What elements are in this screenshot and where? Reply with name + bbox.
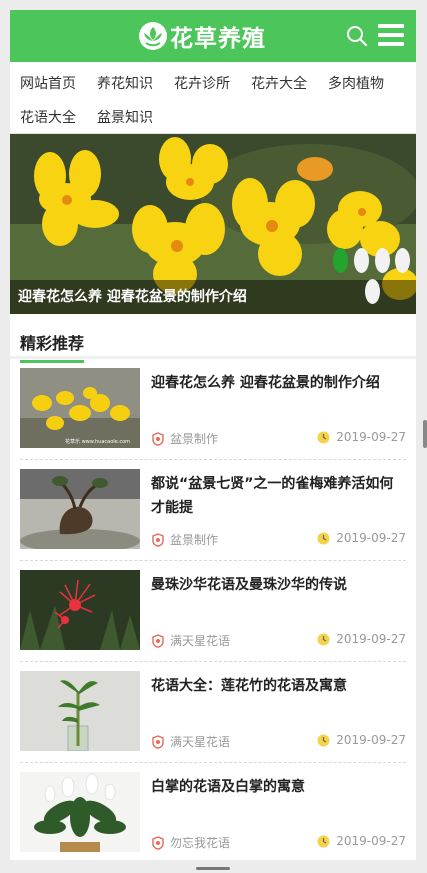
lotus-icon (139, 22, 167, 50)
article-date: 2019-09-27 (317, 531, 406, 545)
home-indicator (196, 867, 230, 870)
article-title[interactable]: 迎春花怎么养 迎春花盆景的制作介绍 (151, 371, 400, 395)
article-thumbnail[interactable] (20, 570, 140, 650)
article-category-label: 盆景制作 (170, 432, 219, 446)
clock-icon (317, 633, 330, 645)
article-category[interactable]: 盆景制作 (151, 531, 218, 548)
nav-item-bonsai[interactable]: 盆景知识 (97, 107, 153, 127)
article-date: 2019-09-27 (317, 430, 406, 444)
category-nav: 网站首页 养花知识 花卉诊所 花卉大全 多肉植物 花语大全 盆景知识 (10, 62, 416, 134)
slider-dot-4[interactable] (395, 248, 410, 273)
article-date: 2019-09-27 (317, 733, 406, 747)
article-category-label: 盆景制作 (170, 533, 219, 547)
article-thumbnail[interactable] (20, 671, 140, 751)
section-header: 精彩推荐 (10, 322, 416, 363)
article-item[interactable]: 曼珠沙华花语及曼珠沙华的传说 满天星花语 2019-09-27 (20, 561, 406, 662)
category-icon (152, 532, 164, 547)
slider-pagination (333, 248, 416, 308)
article-date-label: 2019-09-27 (336, 834, 406, 848)
article-date-label: 2019-09-27 (336, 632, 406, 646)
clock-icon (317, 734, 330, 746)
article-title[interactable]: 白掌的花语及白掌的寓意 (151, 775, 400, 799)
thumb-watermark: 花草乐 www.huacaole.com (65, 438, 130, 445)
mobile-page: 花草养殖 网站首页 养花知识 花卉诊所 花卉大全 多肉植物 花语大全 盆景知识 (10, 10, 416, 860)
article-category-label: 勿忘我花语 (170, 836, 231, 850)
article-category[interactable]: 勿忘我花语 (151, 834, 230, 851)
article-title[interactable]: 花语大全：莲花竹的花语及寓意 (151, 674, 400, 698)
article-date-label: 2019-09-27 (336, 733, 406, 747)
clock-icon (317, 431, 330, 443)
article-title[interactable]: 曼珠沙华花语及曼珠沙华的传说 (151, 573, 400, 597)
article-item[interactable]: 都说“盆景七贤”之一的雀梅难养活如何才能提 盆景制作 2019-09-27 (20, 460, 406, 561)
clock-icon (317, 835, 330, 847)
article-item[interactable]: 花语大全：莲花竹的花语及寓意 满天星花语 2019-09-27 (20, 662, 406, 763)
search-icon[interactable] (346, 25, 368, 47)
nav-item-encyclopedia[interactable]: 花卉大全 (251, 73, 307, 93)
article-date-label: 2019-09-27 (336, 531, 406, 545)
banner-slider[interactable]: 迎春花怎么养 迎春花盆景的制作介绍 (10, 134, 416, 314)
article-category[interactable]: 满天星花语 (151, 632, 230, 649)
category-icon (152, 734, 164, 749)
article-thumbnail[interactable] (20, 772, 140, 852)
slider-dot-3[interactable] (375, 248, 390, 273)
site-logo[interactable]: 花草养殖 (138, 18, 266, 54)
nav-row-2: 花语大全 盆景知识 (10, 100, 416, 134)
article-category[interactable]: 满天星花语 (151, 733, 230, 750)
article-date-label: 2019-09-27 (336, 430, 406, 444)
article-item[interactable]: 白掌的花语及白掌的寓意 勿忘我花语 2019-09-27 (20, 763, 406, 860)
category-icon (152, 633, 164, 648)
site-header: 花草养殖 (10, 10, 416, 62)
logo-text: 花草养殖 (170, 25, 266, 52)
clock-icon (317, 532, 330, 544)
slider-dot-5[interactable] (365, 279, 380, 304)
article-item[interactable]: 花草乐 www.huacaole.com 迎春花怎么养 迎春花盆景的制作介绍 盆… (20, 359, 406, 460)
article-title[interactable]: 都说“盆景七贤”之一的雀梅难养活如何才能提 (151, 472, 400, 520)
nav-row-1: 网站首页 养花知识 花卉诊所 花卉大全 多肉植物 (10, 66, 416, 100)
slider-dot-1[interactable] (333, 248, 348, 273)
slider-dot-2[interactable] (354, 248, 369, 273)
article-category[interactable]: 盆景制作 (151, 430, 218, 447)
article-list: 花草乐 www.huacaole.com 迎春花怎么养 迎春花盆景的制作介绍 盆… (10, 359, 416, 860)
nav-item-clinic[interactable]: 花卉诊所 (174, 73, 230, 93)
menu-icon[interactable] (378, 24, 404, 46)
article-date: 2019-09-27 (317, 632, 406, 646)
article-category-label: 满天星花语 (170, 735, 231, 749)
nav-item-flower-language[interactable]: 花语大全 (20, 107, 76, 127)
nav-item-care[interactable]: 养花知识 (97, 73, 153, 93)
article-thumbnail[interactable] (20, 469, 140, 549)
article-category-label: 满天星花语 (170, 634, 231, 648)
nav-item-home[interactable]: 网站首页 (20, 73, 76, 93)
category-icon (152, 431, 164, 446)
scrollbar-thumb[interactable] (423, 420, 427, 448)
article-date: 2019-09-27 (317, 834, 406, 848)
nav-item-succulents[interactable]: 多肉植物 (328, 73, 384, 93)
category-icon (152, 835, 164, 850)
article-thumbnail[interactable]: 花草乐 www.huacaole.com (20, 368, 140, 448)
